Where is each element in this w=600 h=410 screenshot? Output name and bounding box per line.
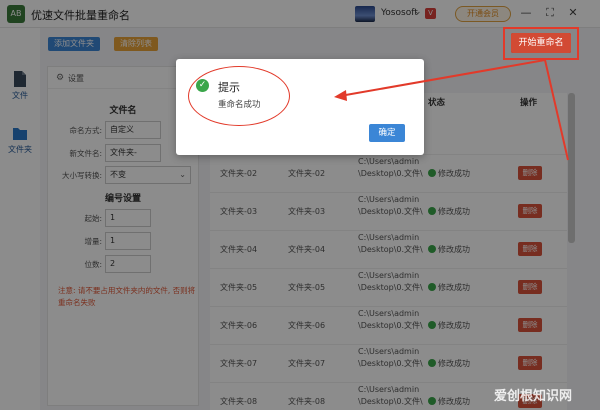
annotation-arrow-line: [544, 59, 569, 161]
annotation-box: [503, 27, 579, 60]
annotation-arrows: [334, 59, 569, 161]
annotation-arrowhead: [334, 90, 347, 101]
watermark: 爱创根知识网: [494, 389, 573, 404]
annotation-arrow-line: [339, 59, 546, 97]
